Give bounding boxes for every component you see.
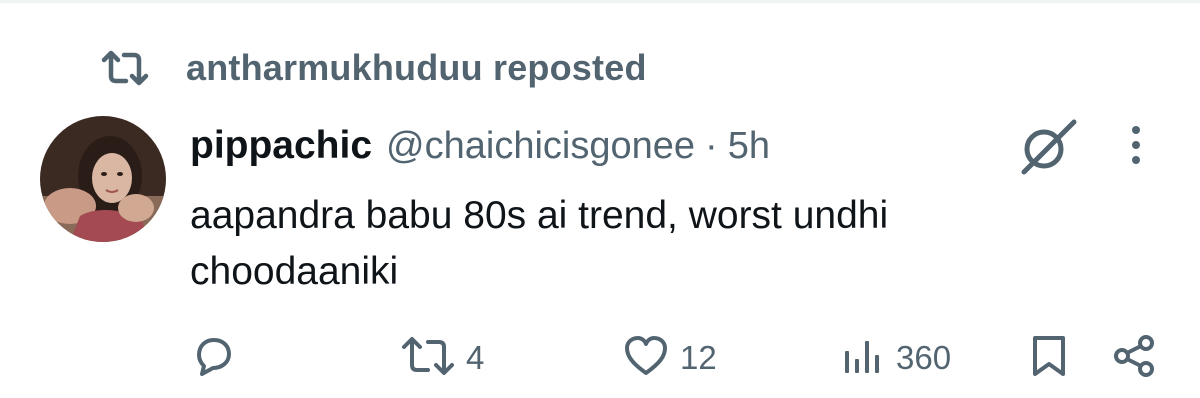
analytics-icon (840, 333, 886, 384)
repost-context[interactable]: antharmukhuduu reposted (100, 46, 647, 90)
post-header: pippachic @chaichicisgonee · 5h (190, 120, 770, 172)
share-icon (1112, 333, 1158, 384)
display-name[interactable]: pippachic (190, 124, 372, 168)
share-button[interactable] (1112, 330, 1158, 386)
reply-icon (190, 333, 236, 384)
separator-dot: · (705, 124, 718, 167)
like-button[interactable]: 12 (622, 330, 717, 386)
repost-icon (100, 46, 154, 90)
repost-label[interactable]: antharmukhuduu reposted (186, 47, 647, 89)
heart-icon (622, 333, 670, 384)
post-text: aapandra babu 80s ai trend, worst undhi … (190, 188, 1150, 300)
post-text-line-2: choodaaniki (190, 250, 399, 293)
views-button[interactable]: 360 (840, 330, 951, 386)
bookmark-button[interactable] (1026, 330, 1072, 386)
avatar[interactable] (40, 116, 166, 242)
repost-count: 4 (466, 339, 485, 376)
post-text-line-1: aapandra babu 80s ai trend, worst undhi (190, 194, 889, 237)
repost-action-icon (400, 333, 456, 384)
more-options-icon[interactable] (1118, 120, 1154, 170)
bookmark-icon (1026, 333, 1072, 384)
post-time[interactable]: 5h (728, 125, 770, 168)
user-handle[interactable]: @chaichicisgonee (386, 125, 695, 168)
top-divider (0, 0, 1200, 3)
like-count: 12 (680, 339, 717, 376)
view-count: 360 (896, 339, 952, 376)
reply-button[interactable] (190, 330, 246, 386)
grok-icon[interactable] (1014, 116, 1080, 176)
action-bar: 4 12 360 (0, 330, 1200, 386)
repost-button[interactable]: 4 (400, 330, 484, 386)
